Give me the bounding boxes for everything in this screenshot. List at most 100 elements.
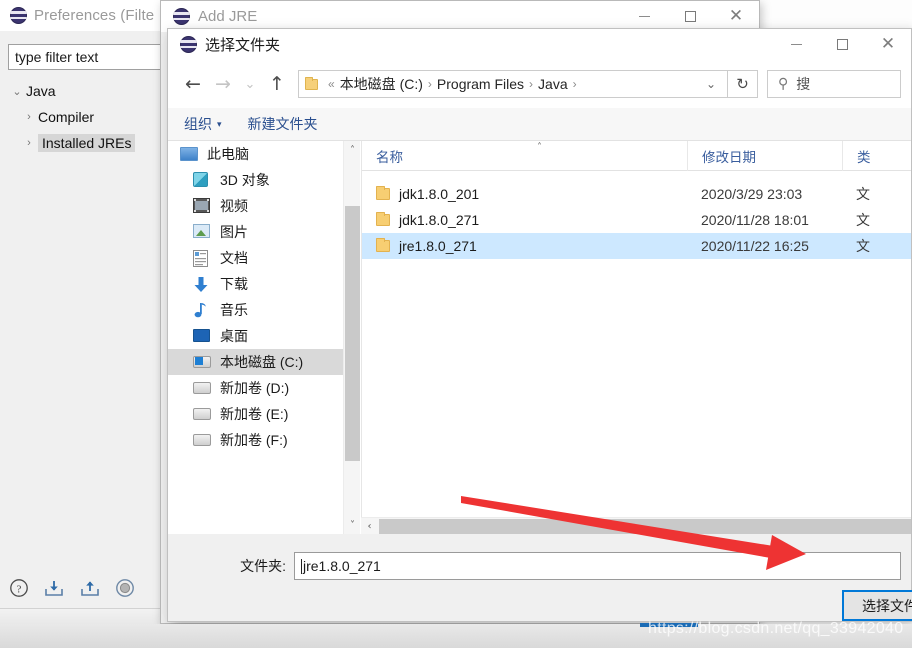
- filter-input[interactable]: type filter text: [8, 44, 164, 70]
- nav-item-volume-e[interactable]: 新加卷 (E:): [168, 401, 343, 427]
- nav-item-label: 本地磁盘 (C:): [220, 354, 304, 370]
- nav-item-pictures[interactable]: 图片: [168, 219, 343, 245]
- folder-name-value: jre1.8.0_271: [303, 558, 381, 574]
- recent-locations-button[interactable]: ⌄: [238, 69, 262, 99]
- import-icon[interactable]: [43, 578, 65, 598]
- nav-item-label: 新加卷 (D:): [220, 380, 290, 396]
- drive-icon: [193, 380, 211, 396]
- tree-item-installed-jres[interactable]: › Installed JREs: [8, 130, 172, 156]
- nav-item-3d-objects[interactable]: 3D 对象: [168, 167, 343, 193]
- chevron-right-icon[interactable]: ›: [20, 137, 38, 149]
- dialog-buttons: 选择文件夹: [168, 590, 912, 624]
- nav-item-videos[interactable]: 视频: [168, 193, 343, 219]
- nav-item-music[interactable]: 音乐: [168, 297, 343, 323]
- back-button[interactable]: ←: [178, 69, 208, 99]
- folder-icon: [376, 237, 390, 252]
- maximize-button[interactable]: [819, 29, 865, 60]
- music-icon: [193, 302, 211, 318]
- drive-icon: [193, 432, 211, 448]
- column-header-date[interactable]: 修改日期: [687, 140, 842, 171]
- nav-item-desktop[interactable]: 桌面: [168, 323, 343, 349]
- file-type: 文: [856, 186, 870, 202]
- pictures-icon: [193, 224, 211, 240]
- tree-item-compiler[interactable]: › Compiler: [8, 104, 172, 130]
- scroll-left-button[interactable]: ‹: [361, 518, 378, 535]
- file-name-cell: jdk1.8.0_271: [362, 211, 687, 228]
- file-list-pane: 名称 ˄ 修改日期 类 jdk1.8.0_201 2020/3/29 23:03…: [361, 140, 911, 534]
- address-bar[interactable]: « 本地磁盘 (C:) › Program Files › Java › ⌄: [298, 70, 728, 98]
- chevron-down-icon[interactable]: ⌄: [8, 85, 26, 98]
- scroll-down-button[interactable]: ˅: [344, 516, 361, 534]
- nav-item-documents[interactable]: 文档: [168, 245, 343, 271]
- scrollbar-thumb[interactable]: [379, 519, 911, 534]
- minimize-button[interactable]: [773, 29, 819, 60]
- new-folder-button[interactable]: 新建文件夹: [248, 114, 318, 134]
- close-button[interactable]: ✕: [865, 29, 911, 60]
- forward-button[interactable]: →: [208, 69, 238, 99]
- desktop-icon: [193, 328, 211, 344]
- breadcrumb-item-program-files[interactable]: Program Files: [437, 76, 524, 92]
- breadcrumb-overflow[interactable]: «: [328, 77, 335, 91]
- preferences-titlebar[interactable]: Preferences (Filte: [0, 0, 172, 31]
- restore-defaults-icon[interactable]: [115, 578, 135, 598]
- up-button[interactable]: ↑: [262, 69, 292, 99]
- tree-item-label: Installed JREs: [38, 134, 136, 152]
- nav-item-local-disk-c[interactable]: 本地磁盘 (C:): [168, 349, 343, 375]
- nav-item-label: 图片: [220, 224, 248, 240]
- search-icon: ⚲: [778, 76, 789, 92]
- column-header-type[interactable]: 类: [842, 140, 911, 171]
- nav-item-this-pc[interactable]: 此电脑: [168, 141, 343, 167]
- tree-item-label: Compiler: [38, 109, 95, 125]
- breadcrumb-separator[interactable]: ›: [428, 77, 432, 91]
- tree-item-java[interactable]: ⌄ Java: [8, 78, 172, 104]
- export-icon[interactable]: [79, 578, 101, 598]
- organize-button[interactable]: 组织 ▾: [184, 114, 222, 134]
- nav-item-volume-d[interactable]: 新加卷 (D:): [168, 375, 343, 401]
- search-input[interactable]: ⚲ 搜: [767, 70, 901, 98]
- select-folder-button[interactable]: 选择文件夹: [842, 590, 912, 621]
- folder-field-row: 文件夹: jre1.8.0_271: [168, 552, 901, 580]
- filter-input-value: type filter text: [15, 49, 99, 65]
- folder-dialog-titlebar[interactable]: 选择文件夹 ✕: [168, 29, 911, 60]
- nav-item-volume-f[interactable]: 新加卷 (F:): [168, 427, 343, 453]
- organize-label: 组织: [184, 116, 212, 132]
- file-name: jre1.8.0_271: [399, 238, 477, 254]
- column-header-name-label: 名称: [376, 149, 403, 165]
- command-bar: 组织 ▾ 新建文件夹: [168, 108, 911, 141]
- chevron-right-icon[interactable]: ›: [20, 111, 38, 123]
- nav-item-label: 新加卷 (F:): [220, 432, 288, 448]
- column-header-name[interactable]: 名称 ˄: [362, 141, 687, 171]
- preferences-tree: ⌄ Java › Compiler › Installed JREs: [8, 78, 172, 156]
- folder-name-input[interactable]: jre1.8.0_271: [294, 552, 901, 580]
- table-row[interactable]: jdk1.8.0_201 2020/3/29 23:03 文: [362, 181, 911, 207]
- scrollbar-thumb[interactable]: [345, 206, 360, 461]
- nav-item-downloads[interactable]: 下载: [168, 271, 343, 297]
- file-name: jdk1.8.0_271: [399, 212, 480, 228]
- chevron-down-icon[interactable]: ⌄: [697, 77, 725, 91]
- breadcrumb-separator[interactable]: ›: [529, 77, 533, 91]
- navigation-toolbar: ← → ⌄ ↑ « 本地磁盘 (C:) › Program Files › Ja…: [168, 60, 911, 108]
- watermark: https://blog.csdn.net/qq_33942040: [648, 620, 904, 637]
- search-placeholder: 搜: [796, 76, 811, 92]
- file-date: 2020/11/22 16:25: [701, 238, 809, 254]
- this-pc-icon: [180, 146, 198, 162]
- breadcrumb-separator[interactable]: ›: [573, 77, 577, 91]
- column-header-date-label: 修改日期: [702, 149, 756, 165]
- table-row[interactable]: jdk1.8.0_271 2020/11/28 18:01 文: [362, 207, 911, 233]
- file-date: 2020/11/28 18:01: [701, 212, 809, 228]
- navigation-pane-scrollbar[interactable]: ˄ ˅: [343, 141, 360, 534]
- file-list-horizontal-scrollbar[interactable]: ‹: [361, 517, 911, 534]
- nav-item-label: 音乐: [220, 302, 248, 318]
- drive-icon: [193, 406, 211, 422]
- help-icon[interactable]: ?: [9, 578, 29, 598]
- nav-item-label: 文档: [220, 250, 248, 266]
- file-name: jdk1.8.0_201: [399, 186, 480, 202]
- scroll-up-button[interactable]: ˄: [344, 141, 361, 159]
- breadcrumb-item-java[interactable]: Java: [538, 76, 568, 92]
- sort-ascending-icon: ˄: [537, 141, 542, 153]
- table-row[interactable]: jre1.8.0_271 2020/11/22 16:25 文: [362, 233, 911, 259]
- nav-item-label: 视频: [220, 198, 248, 214]
- select-folder-dialog: 选择文件夹 ✕ ← → ⌄ ↑ « 本地磁盘 (C:) › Program Fi…: [167, 28, 912, 622]
- breadcrumb-item-drive[interactable]: 本地磁盘 (C:): [340, 74, 423, 94]
- refresh-button[interactable]: ↻: [728, 70, 758, 98]
